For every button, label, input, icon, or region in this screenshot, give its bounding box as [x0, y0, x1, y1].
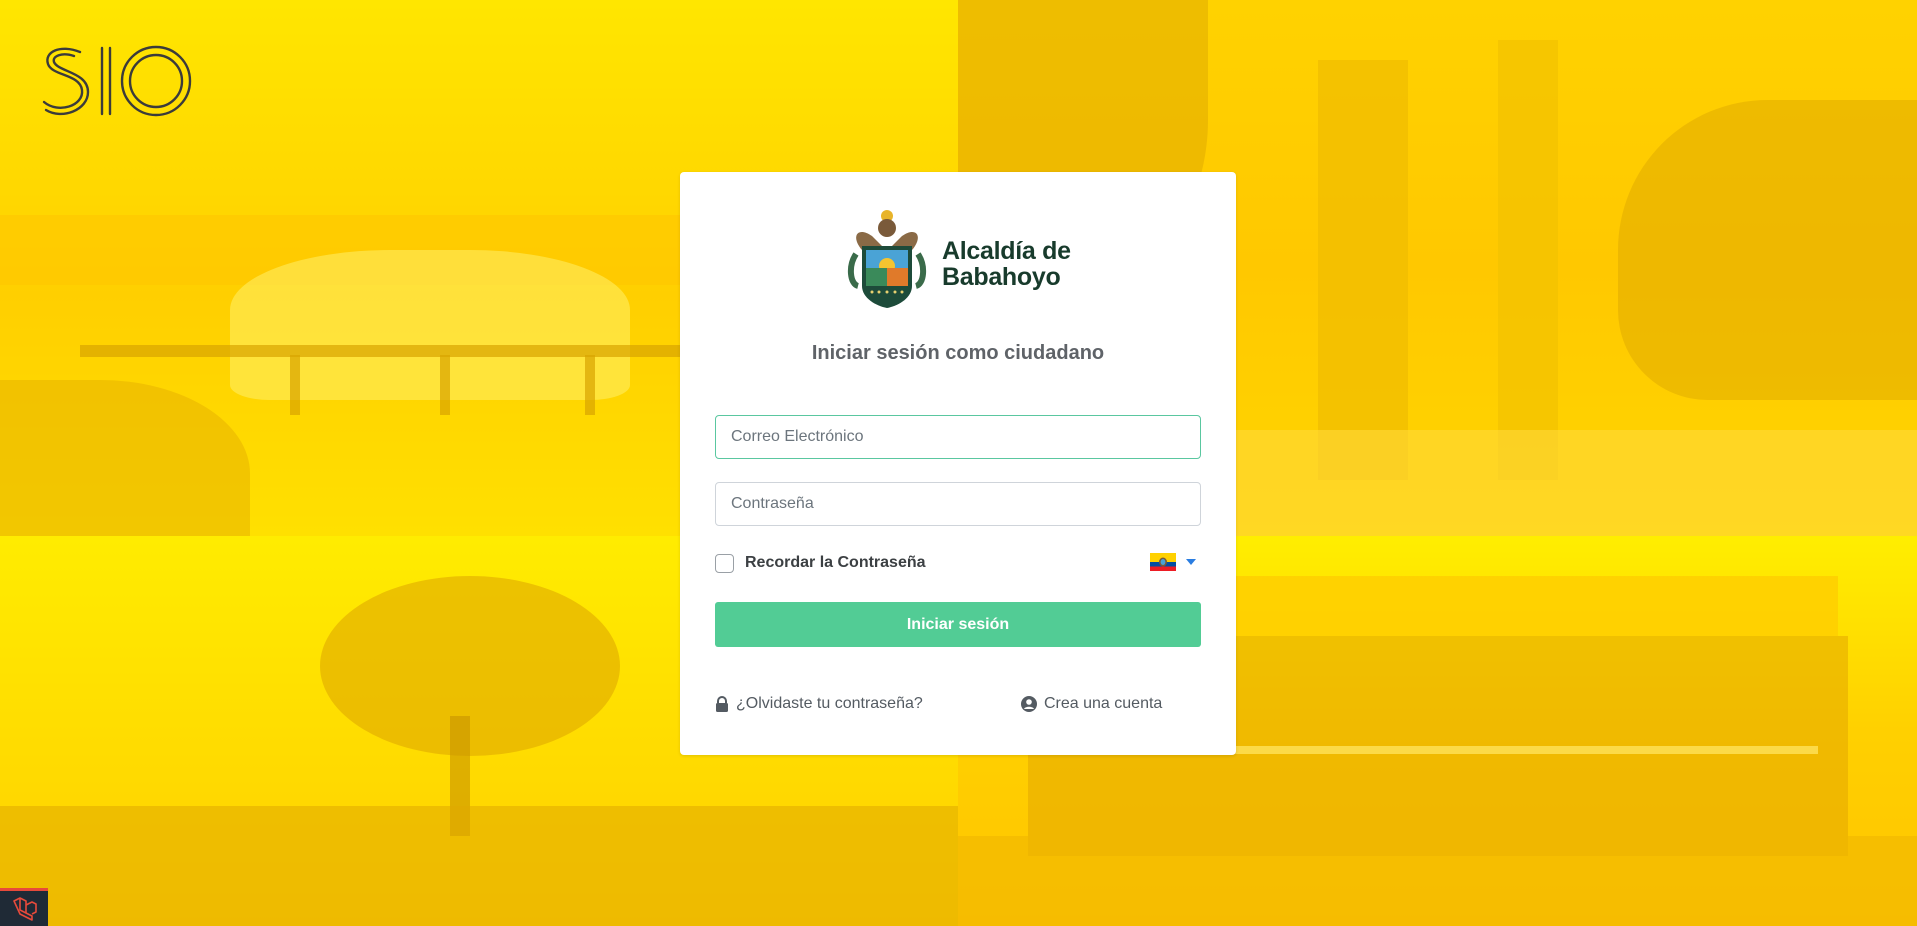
login-button[interactable]: Iniciar sesión: [715, 602, 1201, 647]
coat-of-arms-icon: [848, 210, 926, 308]
create-account-label: Crea una cuenta: [1044, 695, 1163, 712]
remember-me[interactable]: Recordar la Contraseña: [715, 551, 926, 575]
email-field[interactable]: [715, 415, 1201, 459]
remember-checkbox[interactable]: [715, 553, 734, 573]
brand-name: Alcaldía de Babahoyo: [942, 238, 1071, 290]
create-account-link[interactable]: Crea una cuenta: [1021, 695, 1162, 713]
remember-label: Recordar la Contraseña: [745, 554, 926, 571]
laravel-icon: [13, 896, 37, 921]
brand-logo: Alcaldía de Babahoyo: [842, 206, 1082, 310]
login-card: Alcaldía de Babahoyo Iniciar sesión como…: [680, 172, 1236, 755]
ecuador-flag-icon: [1150, 553, 1176, 571]
user-circle-icon: [1021, 696, 1037, 712]
forgot-password-link[interactable]: ¿Olvidaste tu contraseña?: [715, 695, 923, 713]
chevron-down-icon: [1186, 559, 1196, 565]
sio-logo: [42, 45, 192, 117]
laravel-debugbar-badge[interactable]: [0, 888, 48, 926]
forgot-password-label: ¿Olvidaste tu contraseña?: [736, 695, 923, 712]
language-selector[interactable]: [1150, 553, 1196, 571]
brand-name-line1: Alcaldía de: [942, 237, 1071, 265]
brand-name-line2: Babahoyo: [942, 263, 1061, 291]
page-title: Iniciar sesión como ciudadano: [811, 342, 1105, 364]
password-field[interactable]: [715, 482, 1201, 526]
lock-icon: [716, 696, 728, 712]
